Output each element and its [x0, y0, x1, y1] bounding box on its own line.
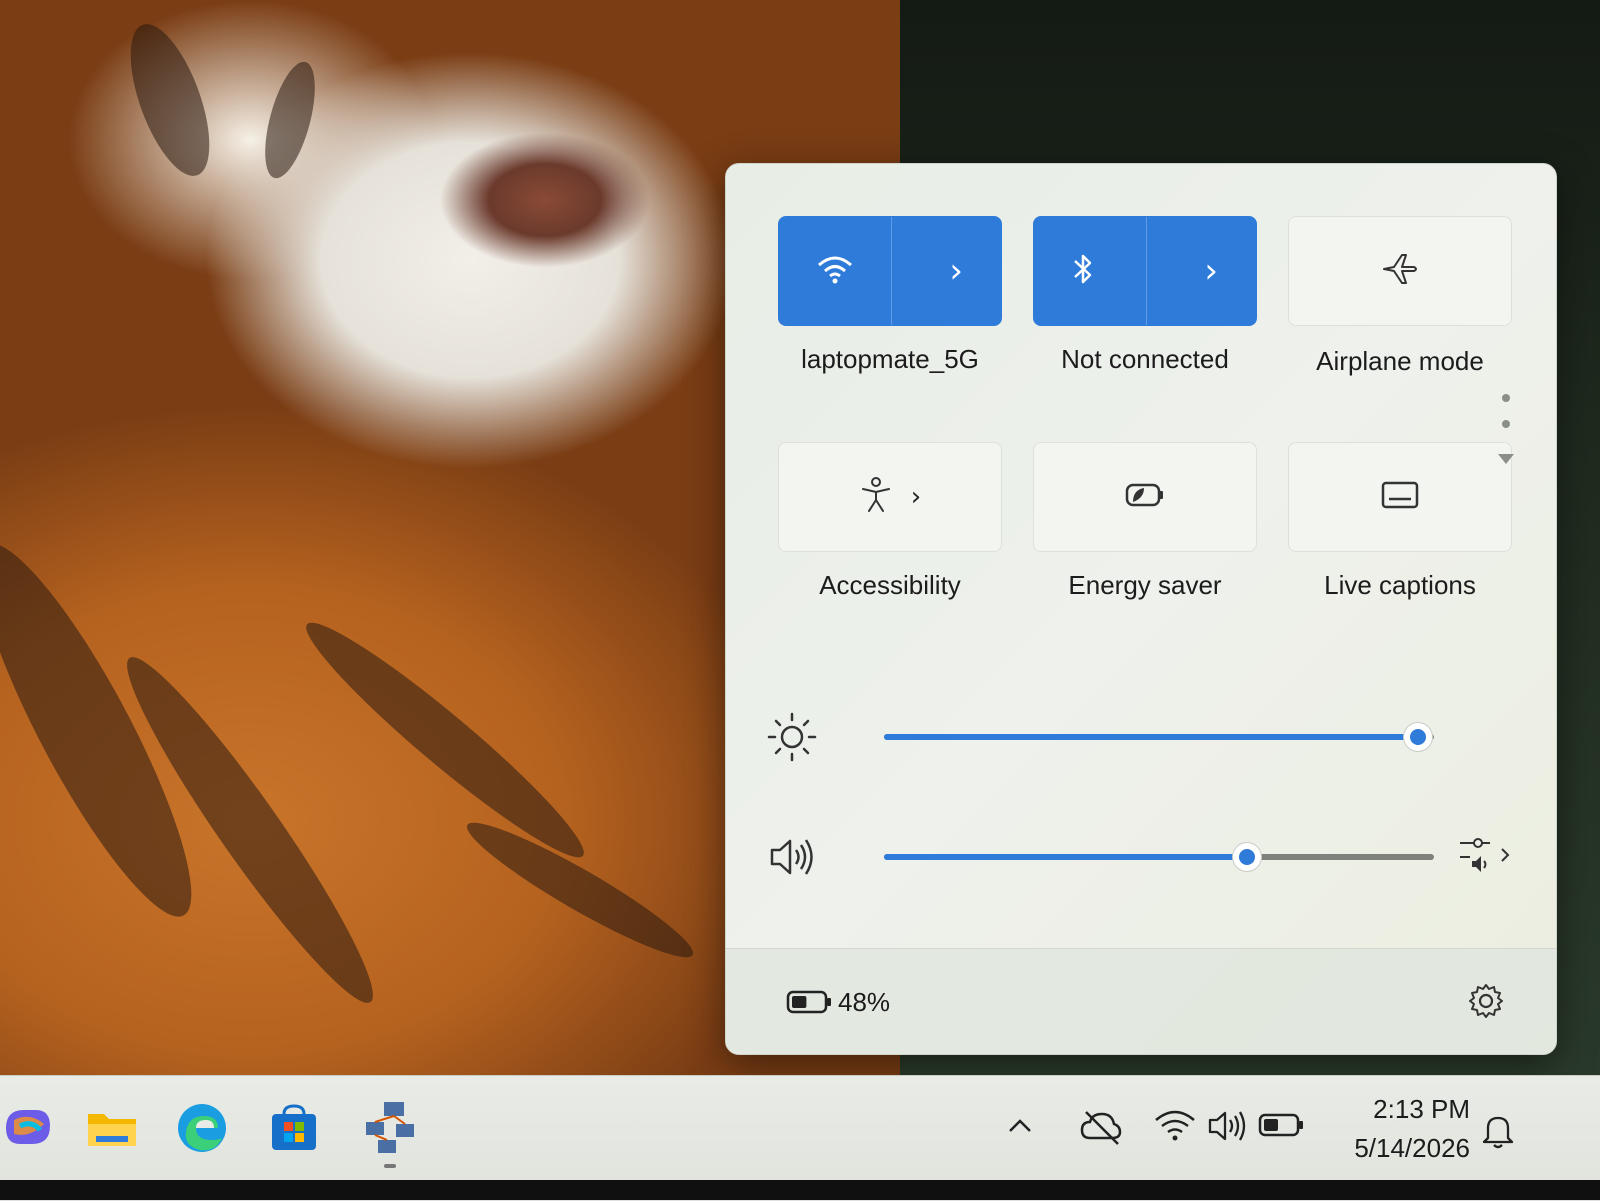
- brightness-icon: [766, 711, 818, 768]
- airplane-mode-tile-label: Airplane mode: [1316, 346, 1484, 376]
- accessibility-tile[interactable]: ›: [778, 442, 1002, 552]
- bluetooth-tile[interactable]: ›: [1033, 216, 1257, 326]
- bluetooth-icon: [1070, 251, 1096, 292]
- speaker-icon[interactable]: [766, 833, 818, 886]
- chevron-up-icon[interactable]: [1000, 1106, 1040, 1146]
- live-captions-icon: [1380, 480, 1420, 515]
- copilot-icon[interactable]: [0, 1098, 60, 1158]
- brightness-slider[interactable]: [884, 723, 1434, 751]
- volume-slider-row: [766, 827, 1510, 887]
- live-captions-tile-label: Live captions: [1324, 570, 1476, 600]
- screen-bezel: [0, 1180, 1600, 1200]
- volume-slider-thumb[interactable]: [1233, 843, 1261, 871]
- airplane-icon: [1380, 249, 1420, 294]
- notification-bell-icon[interactable]: [1478, 1110, 1518, 1150]
- airplane-mode-tile[interactable]: [1288, 216, 1512, 326]
- brightness-slider-row: [766, 707, 1506, 767]
- network-app-icon[interactable]: [360, 1098, 420, 1168]
- speaker-icon: [1206, 1106, 1248, 1151]
- sound-output-icon[interactable]: [1456, 831, 1518, 886]
- energy-saver-tile[interactable]: [1033, 442, 1257, 552]
- battery-icon: [1258, 1112, 1306, 1143]
- quick-settings-flyout: › laptopmate_5G › Not connected Airplane…: [725, 163, 1557, 1055]
- accessibility-tile-label: Accessibility: [819, 570, 961, 600]
- microsoft-store-icon[interactable]: [264, 1098, 324, 1158]
- wifi-icon: [815, 253, 855, 290]
- chevron-right-icon[interactable]: ›: [949, 254, 963, 288]
- battery-percentage[interactable]: 48%: [838, 987, 890, 1018]
- quick-settings-footer: 48%: [726, 948, 1556, 1054]
- brightness-slider-thumb[interactable]: [1403, 723, 1432, 751]
- pager-down-arrow-icon[interactable]: [1498, 454, 1514, 464]
- accessibility-icon: [859, 476, 893, 519]
- volume-slider[interactable]: [884, 843, 1434, 871]
- system-tray-status-group[interactable]: [1140, 1094, 1315, 1164]
- bluetooth-tile-label: Not connected: [1061, 344, 1229, 374]
- chevron-right-icon[interactable]: ›: [911, 484, 921, 510]
- running-app-indicator: [384, 1164, 396, 1168]
- chevron-right-icon[interactable]: ›: [1204, 254, 1218, 288]
- cloud-off-icon[interactable]: [1078, 1104, 1124, 1150]
- live-captions-tile[interactable]: [1288, 442, 1512, 552]
- clock-date: 5/14/2026: [1354, 1133, 1470, 1163]
- tile-pager[interactable]: [1496, 394, 1516, 484]
- file-explorer-icon[interactable]: [82, 1098, 142, 1158]
- clock-time: 2:13 PM: [1373, 1094, 1470, 1124]
- taskbar-clock[interactable]: 2:13 PM 5/14/2026: [1320, 1094, 1470, 1164]
- energy-saver-tile-label: Energy saver: [1068, 570, 1222, 600]
- wifi-tile-label: laptopmate_5G: [801, 344, 979, 374]
- energy-saver-icon: [1124, 480, 1166, 515]
- edge-icon[interactable]: [172, 1098, 232, 1158]
- gear-icon[interactable]: [1466, 981, 1506, 1026]
- wifi-icon: [1152, 1104, 1198, 1155]
- wifi-tile[interactable]: ›: [778, 216, 1002, 326]
- battery-icon[interactable]: [786, 989, 834, 1020]
